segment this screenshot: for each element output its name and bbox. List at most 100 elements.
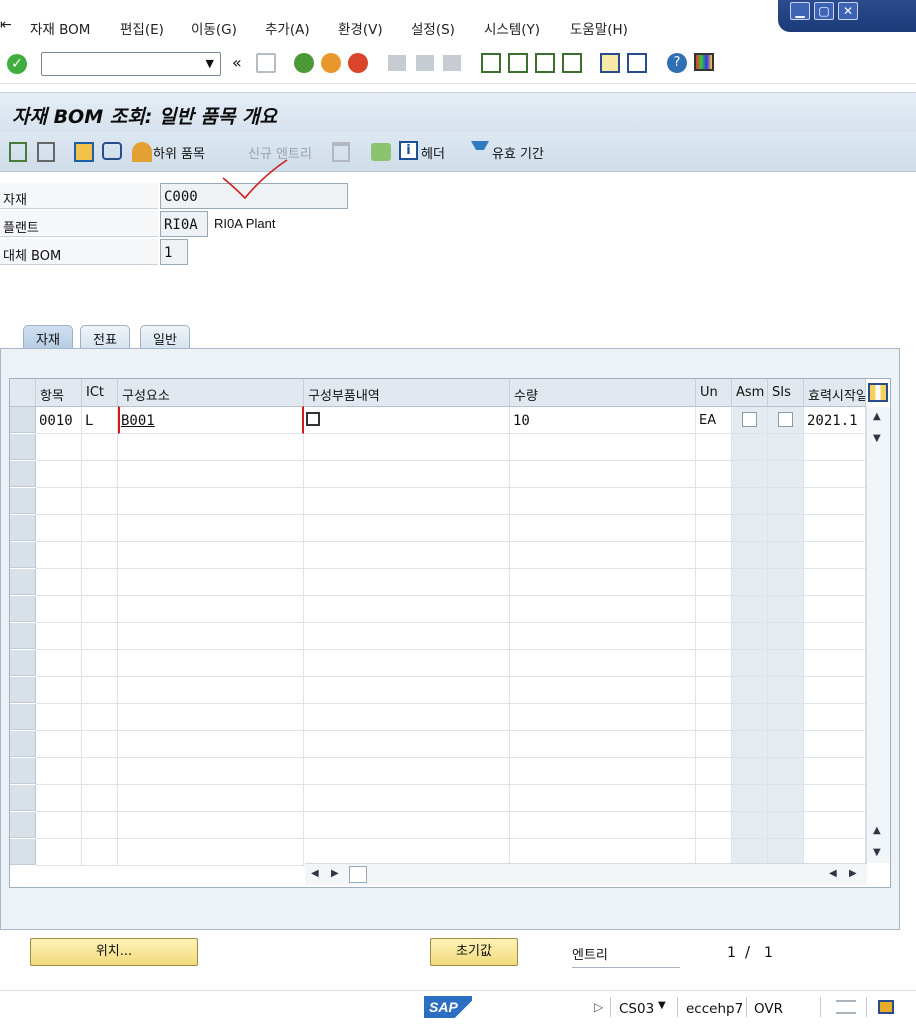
table-cell[interactable] [696, 434, 732, 461]
table-cell[interactable] [768, 434, 804, 461]
row-selector[interactable] [10, 569, 36, 595]
table-cell[interactable] [304, 434, 510, 461]
plant-field[interactable]: RI0A [160, 211, 208, 237]
header-asm[interactable]: Asm [732, 379, 768, 407]
table-cell[interactable] [732, 650, 768, 677]
find-next-icon[interactable] [443, 55, 461, 71]
row-selector[interactable] [10, 488, 36, 514]
cell-quantity[interactable]: 10 [510, 407, 696, 434]
table-cell[interactable] [36, 785, 82, 812]
status-expand-icon[interactable]: ▷ [594, 1000, 603, 1014]
row-selector[interactable] [10, 812, 36, 838]
header-select-all[interactable] [10, 379, 36, 407]
table-cell[interactable] [118, 488, 304, 515]
table-cell[interactable] [696, 758, 732, 785]
table-cell[interactable] [696, 515, 732, 542]
table-cell[interactable] [804, 812, 866, 839]
last-page-icon[interactable] [562, 53, 582, 73]
command-field[interactable]: ▼ [41, 52, 221, 76]
header-ict[interactable]: ICt [82, 379, 118, 407]
table-cell[interactable] [82, 434, 118, 461]
table-cell[interactable] [732, 677, 768, 704]
enter-check-icon[interactable]: ✓ [7, 54, 27, 74]
menu-material-bom[interactable]: 자재 BOM [30, 18, 90, 38]
table-cell[interactable] [732, 434, 768, 461]
first-page-icon[interactable] [481, 53, 501, 73]
prev-page-icon[interactable] [508, 53, 528, 73]
table-cell[interactable] [36, 488, 82, 515]
table-cell[interactable] [304, 488, 510, 515]
table-cell[interactable] [36, 650, 82, 677]
row-selector[interactable] [10, 785, 36, 811]
table-cell[interactable] [510, 461, 696, 488]
table-cell[interactable] [732, 407, 768, 434]
header-sis[interactable]: SIs [768, 379, 804, 407]
table-cell[interactable] [82, 596, 118, 623]
table-cell[interactable] [510, 623, 696, 650]
scroll-up-icon[interactable]: ▲ [873, 411, 881, 422]
row-selector[interactable] [10, 515, 36, 541]
exit-icon[interactable] [321, 53, 341, 73]
table-cell[interactable] [118, 515, 304, 542]
status-dropdown-icon[interactable]: ▼ [658, 1000, 666, 1011]
save-icon[interactable] [256, 53, 276, 73]
table-cell[interactable] [36, 839, 82, 866]
table-cell[interactable] [804, 731, 866, 758]
table-cell[interactable] [804, 515, 866, 542]
table-cell[interactable] [804, 704, 866, 731]
table-cell[interactable] [768, 623, 804, 650]
table-cell[interactable] [36, 461, 82, 488]
table-cell[interactable] [118, 839, 304, 866]
table-cell[interactable] [304, 785, 510, 812]
cell-valid-from[interactable]: 2021.1 [804, 407, 866, 434]
scroll-left-icon[interactable]: ◀ [311, 868, 319, 879]
assign-icon[interactable] [102, 142, 122, 160]
table-cell[interactable] [804, 623, 866, 650]
table-cell[interactable] [768, 758, 804, 785]
table-cell[interactable] [118, 461, 304, 488]
table-cell[interactable] [36, 731, 82, 758]
scroll-right-icon[interactable]: ▶ [849, 868, 857, 879]
new-session-icon[interactable] [600, 53, 620, 73]
table-cell[interactable] [768, 839, 804, 866]
table-cell[interactable] [732, 461, 768, 488]
table-cell[interactable] [304, 596, 510, 623]
table-cell[interactable] [804, 569, 866, 596]
table-cell[interactable] [768, 461, 804, 488]
find-icon[interactable] [416, 55, 434, 71]
table-cell[interactable] [82, 488, 118, 515]
table-cell[interactable] [696, 839, 732, 866]
transfer-icon[interactable] [836, 1000, 856, 1014]
table-cell[interactable] [510, 515, 696, 542]
table-cell[interactable] [118, 812, 304, 839]
table-cell[interactable] [118, 623, 304, 650]
table-cell[interactable] [696, 812, 732, 839]
table-cell[interactable] [510, 704, 696, 731]
filter-icon[interactable] [471, 141, 489, 161]
table-cell[interactable] [696, 785, 732, 812]
close-icon[interactable]: ✕ [838, 2, 858, 20]
header-quantity[interactable]: 수량 [510, 379, 696, 407]
delete-icon[interactable] [332, 142, 350, 162]
display-icon[interactable] [9, 142, 27, 162]
table-cell[interactable] [732, 812, 768, 839]
table-cell[interactable] [732, 569, 768, 596]
row-selector[interactable] [10, 677, 36, 703]
table-cell[interactable] [36, 542, 82, 569]
table-cell[interactable] [304, 623, 510, 650]
menu-environment[interactable]: 환경(V) [338, 18, 383, 38]
help-icon[interactable]: ? [667, 53, 687, 73]
table-cell[interactable] [732, 596, 768, 623]
table-cell[interactable] [510, 488, 696, 515]
header-component-desc[interactable]: 구성부품내역 [304, 379, 510, 407]
table-cell[interactable] [82, 758, 118, 785]
table-cell[interactable] [118, 542, 304, 569]
table-cell[interactable] [82, 542, 118, 569]
column-settings-icon[interactable] [868, 383, 888, 402]
collapse-icon[interactable]: « [232, 53, 242, 72]
table-cell[interactable] [804, 650, 866, 677]
maximize-icon[interactable]: ▢ [814, 2, 834, 20]
table-cell[interactable] [304, 569, 510, 596]
table-cell[interactable] [304, 704, 510, 731]
table-cell[interactable] [118, 434, 304, 461]
